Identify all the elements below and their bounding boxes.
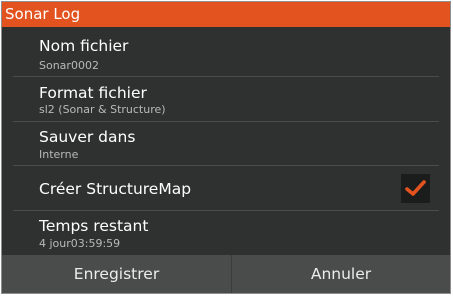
- timeleft-row: Temps restant 4 jour03:59:59: [13, 211, 439, 255]
- savein-row[interactable]: Sauver dans Interne: [13, 122, 439, 166]
- sonar-log-dialog: Sonar Log Nom fichier Sonar0002 Format f…: [1, 1, 451, 294]
- dialog-title: Sonar Log: [2, 2, 450, 27]
- savein-value: Interne: [39, 148, 79, 161]
- filename-row[interactable]: Nom fichier Sonar0002: [13, 28, 439, 77]
- structuremap-checkbox[interactable]: [401, 174, 430, 203]
- record-button[interactable]: Enregistrer: [2, 255, 232, 293]
- fileformat-label: Format fichier: [39, 84, 147, 102]
- cancel-button[interactable]: Annuler: [232, 255, 450, 293]
- fileformat-row[interactable]: Format fichier sl2 (Sonar & Structure): [13, 77, 439, 122]
- structuremap-label: Créer StructureMap: [39, 180, 192, 198]
- savein-label: Sauver dans: [39, 128, 136, 146]
- timeleft-value: 4 jour03:59:59: [39, 237, 121, 250]
- button-bar: Enregistrer Annuler: [2, 255, 450, 293]
- timeleft-label: Temps restant: [39, 217, 149, 235]
- structuremap-row[interactable]: Créer StructureMap: [13, 166, 439, 211]
- filename-label: Nom fichier: [39, 37, 129, 55]
- checkmark-icon: [405, 180, 426, 196]
- fileformat-value: sl2 (Sonar & Structure): [39, 103, 166, 116]
- filename-value: Sonar0002: [39, 59, 99, 72]
